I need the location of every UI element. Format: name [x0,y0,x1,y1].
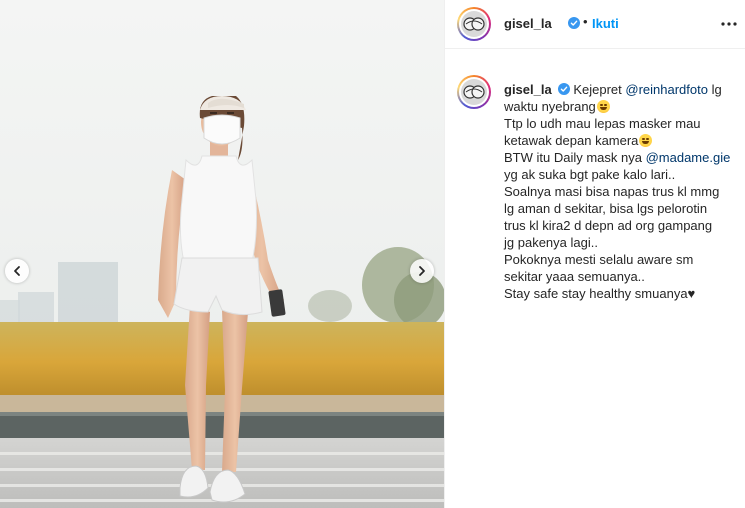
post-header: gisel_la • Ikuti [445,0,745,49]
caption-line-1: gisel_la Kejepret @reinhardfoto lg [504,81,740,98]
caption-avatar[interactable] [457,75,491,109]
caption-line-11: Pokoknya mesti selalu aware sm [504,252,694,267]
caption-line-3: Ttp lo udh mau lepas masker mau [504,116,701,131]
avatar[interactable] [457,7,491,41]
follow-button[interactable]: Ikuti [592,16,619,31]
caption-text-segment: waktu nyebrang [504,99,596,114]
caption-text-segment: ketawak depan kamera [504,133,639,148]
chevron-right-icon [419,266,425,276]
caption-username-link[interactable]: gisel_la [504,82,552,97]
mention-reinhardfoto-link[interactable]: @reinhardfoto [625,82,708,97]
caption-text-segment: lg [707,82,722,97]
separator-dot: • [583,14,588,29]
next-photo-button[interactable] [410,259,434,283]
caption-line-8: lg aman d sekitar, bisa lgs pelorotin [504,201,708,216]
more-options-icon [721,22,737,26]
caption-line-2: waktu nyebrang [504,98,740,115]
caption-line-7: Soalnya masi bisa napas trus kl mmg [504,184,720,199]
verified-badge-icon [557,83,570,95]
caption-line-4: ketawak depan kamera [504,132,740,149]
post-photo[interactable] [0,0,444,508]
caption-text-segment: BTW itu Daily mask nya [504,150,646,165]
caption-line-9: trus kl kira2 d depn ad org gampang [504,218,713,233]
avatar-image [461,11,487,37]
caption-line-12: sekitar yaaa semuanya.. [504,269,645,284]
grinning-sweat-emoji-icon [596,100,610,113]
more-options-button[interactable] [718,14,740,34]
caption-line-13: Stay safe stay healthy smuanya♥ [504,286,696,301]
caption-line-10: jg pakenya lagi.. [504,235,598,250]
post-side-panel: gisel_la • Ikuti gisel_la Kejepret @rein… [444,0,745,508]
avatar-image [461,79,487,105]
verified-badge-icon [568,17,580,29]
caption-text: gisel_la Kejepret @reinhardfoto lg waktu… [504,81,740,302]
instagram-post: gisel_la • Ikuti gisel_la Kejepret @rein… [0,0,745,508]
mention-madame-gie-link[interactable]: @madame.gie [646,150,731,165]
chevron-left-icon [14,266,20,276]
username-link[interactable]: gisel_la [504,16,552,31]
caption-line-6: yg ak suka bgt pake kalo lari.. [504,167,676,182]
photo-scene [0,0,444,508]
rolling-laughing-emoji-icon [639,134,653,147]
caption-line-5: BTW itu Daily mask nya @madame.gie [504,149,740,166]
caption-text-segment: Kejepret [573,82,626,97]
previous-photo-button[interactable] [5,259,29,283]
